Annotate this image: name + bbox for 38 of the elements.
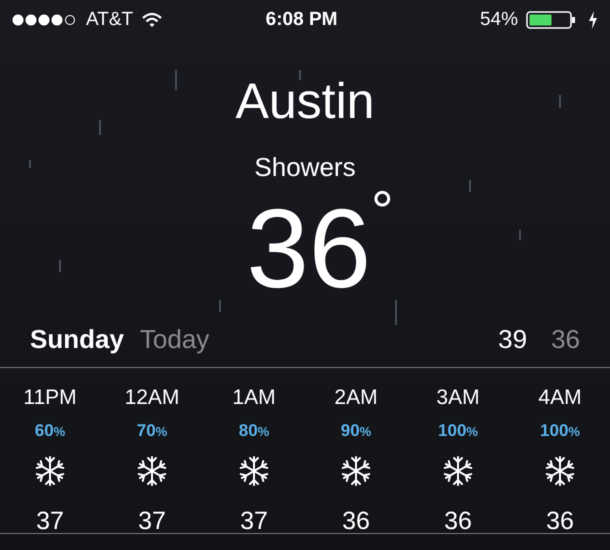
precipitation-chance: 100% (438, 420, 478, 442)
charging-icon (588, 11, 598, 29)
hour-label: 3AM (436, 385, 480, 411)
snowflake-icon (442, 455, 474, 487)
snowflake-icon (238, 455, 270, 487)
degree-symbol: ° (371, 183, 394, 239)
hour-temperature: 36 (546, 506, 574, 537)
snowflake-icon (544, 455, 576, 487)
high-temperature: 39 (498, 322, 528, 356)
hour-temperature: 37 (138, 506, 166, 537)
hour-label: 1AM (232, 385, 276, 411)
snowflake-icon (340, 455, 372, 487)
wifi-icon (141, 12, 164, 28)
precipitation-chance: 90% (340, 420, 372, 442)
precipitation-chance: 80% (238, 420, 270, 442)
city-name: Austin (236, 76, 374, 126)
low-temperature: 36 (551, 322, 580, 356)
weather-condition: Showers (254, 151, 356, 184)
day-label: Today (140, 322, 210, 356)
precipitation-chance: 60% (34, 420, 66, 442)
day-name: Sunday (30, 322, 124, 356)
hour-temperature: 36 (444, 506, 472, 537)
current-temperature: 36 (246, 193, 372, 305)
hour-temperature: 37 (240, 506, 268, 537)
hour-label: 11PM (23, 385, 77, 411)
precipitation-chance: 100% (540, 420, 580, 442)
hour-label: 12AM (124, 385, 180, 411)
carrier-name: AT&T (86, 8, 134, 32)
battery-percent: 54% (480, 8, 518, 32)
clock-time: 6:08 PM (266, 8, 338, 32)
hour-temperature: 36 (342, 506, 370, 537)
snowflake-icon (136, 455, 168, 487)
signal-icon (12, 14, 78, 26)
hour-label: 4AM (538, 385, 582, 411)
hour-label: 2AM (334, 385, 378, 411)
hour-temperature: 37 (36, 506, 64, 537)
snowflake-icon (34, 455, 66, 487)
precipitation-chance: 70% (136, 420, 168, 442)
